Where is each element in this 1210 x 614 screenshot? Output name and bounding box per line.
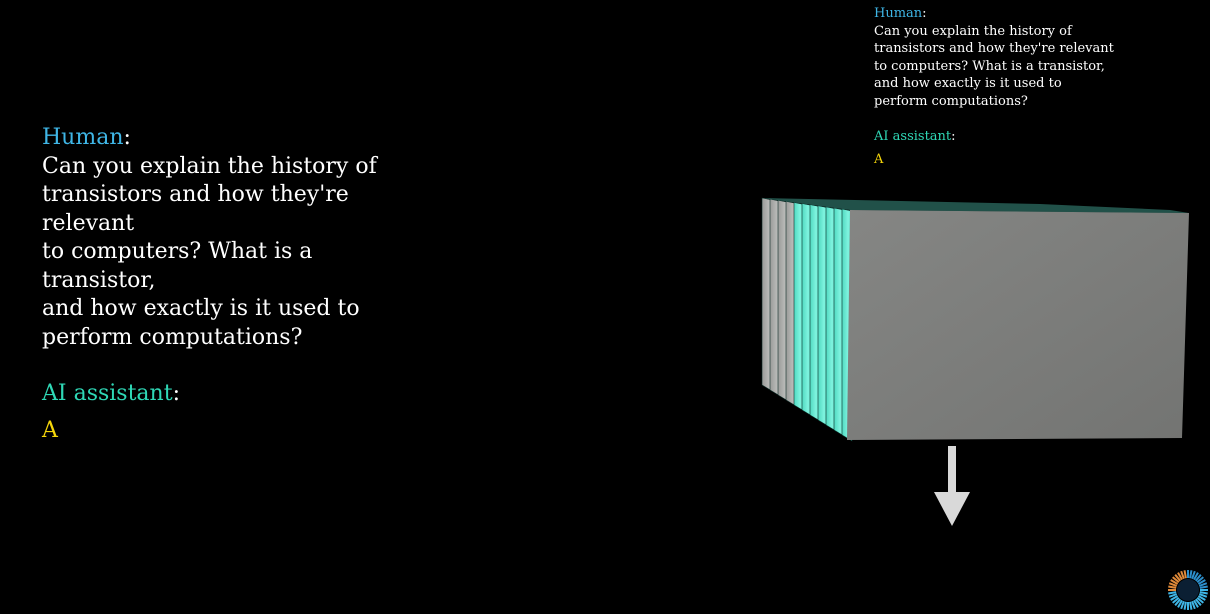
small-human-label-line: Human: [874,5,1114,23]
human-label: Human [42,125,124,150]
layer-slices [761,197,853,442]
human-label-colon: : [123,125,131,150]
spinner-tick [1189,570,1193,579]
human-prompt: Can you explain the history of transisto… [42,153,377,350]
layer-stack [761,197,1189,442]
human-label-line: Human: [42,124,422,153]
spinner-tick [1189,601,1193,610]
small-ai-label: AI assistant [874,128,952,144]
spinner-tick [1199,585,1208,589]
loading-spinner-icon [1168,570,1208,610]
ai-label-line: AI assistant: [42,380,422,409]
dialogue-small: Human: Can you explain the history of tr… [874,5,1114,169]
dialogue-large: Human: Can you explain the history of tr… [42,124,422,445]
small-human-label: Human [874,6,923,21]
spinner-tick [1168,585,1177,589]
ai-label-colon: : [172,381,180,406]
spinner-tick [1183,570,1187,579]
spinner-tick [1183,601,1187,610]
small-human-label-colon: : [922,6,927,21]
spinner-tick [1199,591,1208,595]
front-layer [847,210,1189,440]
small-human-prompt: Can you explain the history of transisto… [874,23,1114,109]
small-ai-label-colon: : [951,128,956,144]
down-arrow-icon [934,446,970,526]
spinner-tick [1168,591,1177,595]
ai-answer: A [42,417,58,443]
small-ai-label-line: AI assistant: [874,128,1114,146]
ai-label: AI assistant [42,381,173,406]
small-ai-answer: A [874,152,884,168]
